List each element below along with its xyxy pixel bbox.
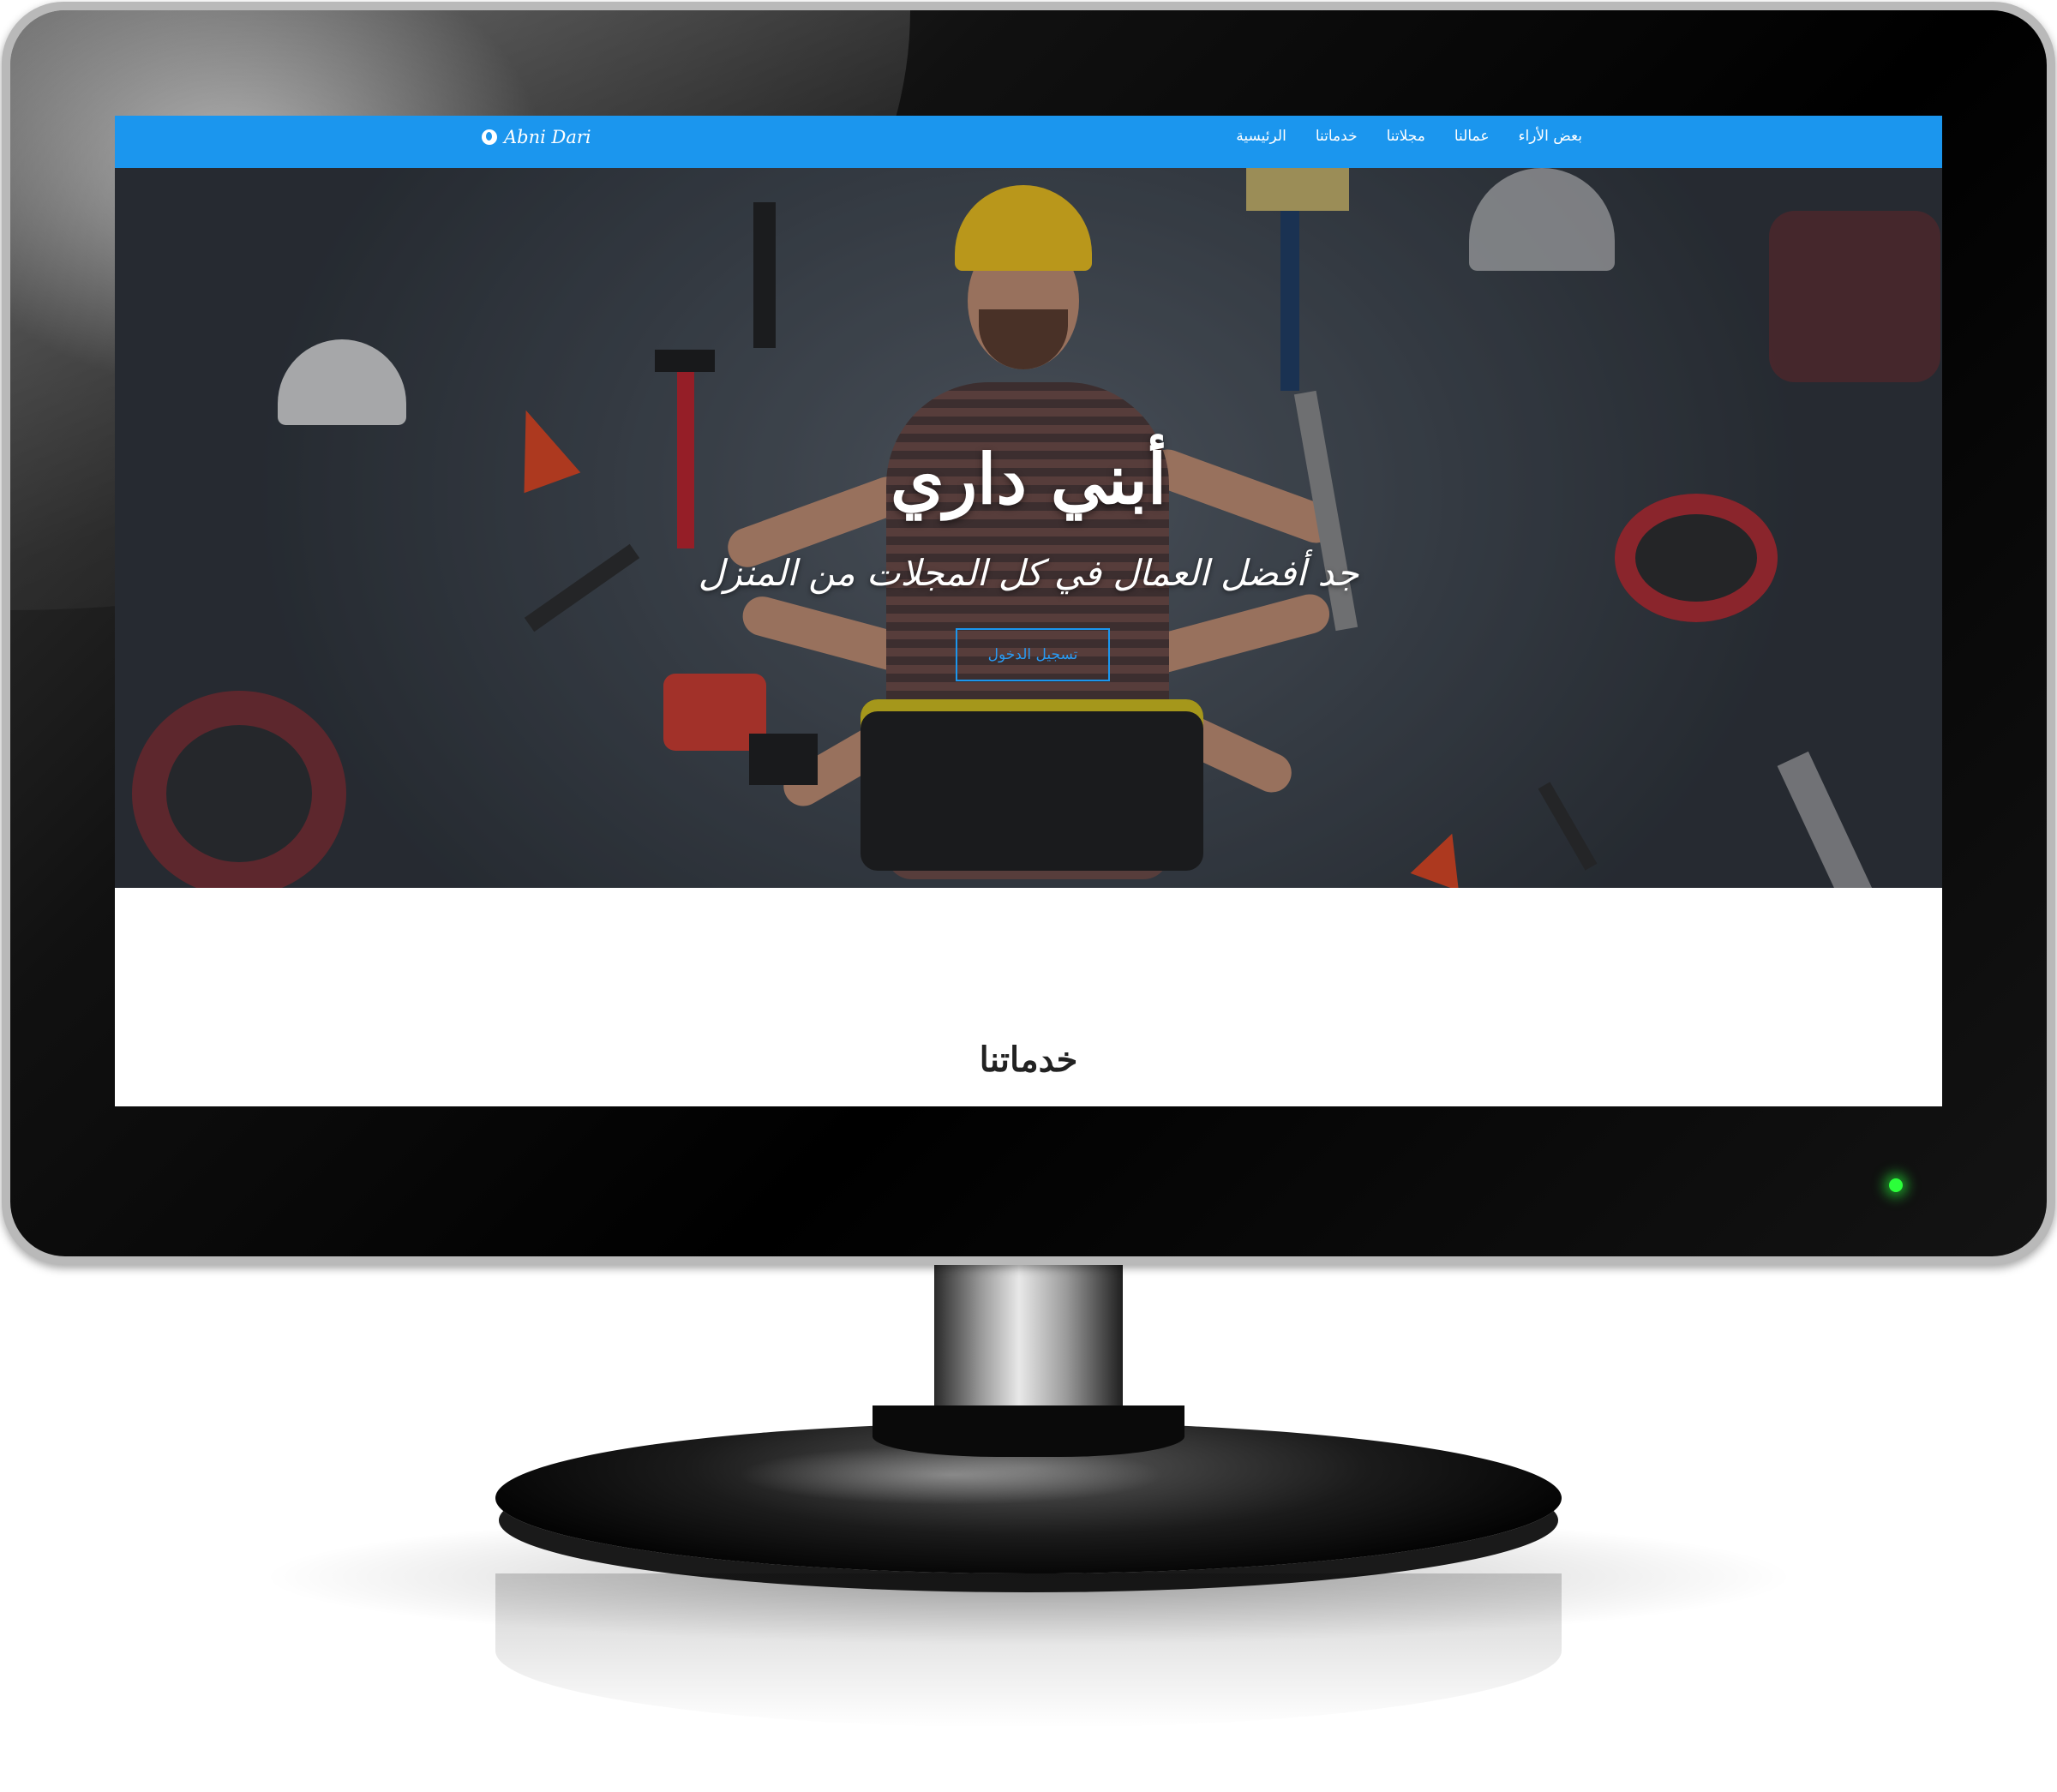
brand-label: Abni Dari [504, 127, 591, 147]
monitor-screen: Abni Dari الرئيسية خدماتنا مجلاتنا عمالن… [115, 116, 1942, 1106]
nav-links: الرئيسية خدماتنا مجلاتنا عمالنا بعض الأر… [1236, 128, 1582, 145]
services-heading: خدماتنا [979, 1040, 1078, 1080]
nav-link-home[interactable]: الرئيسية [1236, 128, 1286, 145]
hero-subtitle: جد أفضل العمال في كل المجلات من المنزل [698, 552, 1359, 594]
power-led-icon [1889, 1178, 1903, 1192]
monitor-neck-base [873, 1405, 1184, 1457]
globe-icon [482, 129, 497, 145]
brand-link[interactable]: Abni Dari [482, 127, 591, 147]
nav-link-services[interactable]: خدماتنا [1316, 128, 1358, 145]
nav-link-workers[interactable]: عمالنا [1454, 128, 1490, 145]
login-button[interactable]: تسجيل الدخول [956, 628, 1110, 681]
hero-section: أبني داري جد أفضل العمال في كل المجلات م… [115, 168, 1942, 888]
navbar: Abni Dari الرئيسية خدماتنا مجلاتنا عمالن… [115, 116, 1942, 168]
hero-title: أبني داري [890, 439, 1167, 519]
nav-link-fields[interactable]: مجلاتنا [1387, 128, 1425, 145]
hero-overlay [115, 168, 1942, 888]
stand-reflection [495, 1573, 1562, 1728]
nav-link-testimonials[interactable]: بعض الأراء [1518, 128, 1582, 145]
